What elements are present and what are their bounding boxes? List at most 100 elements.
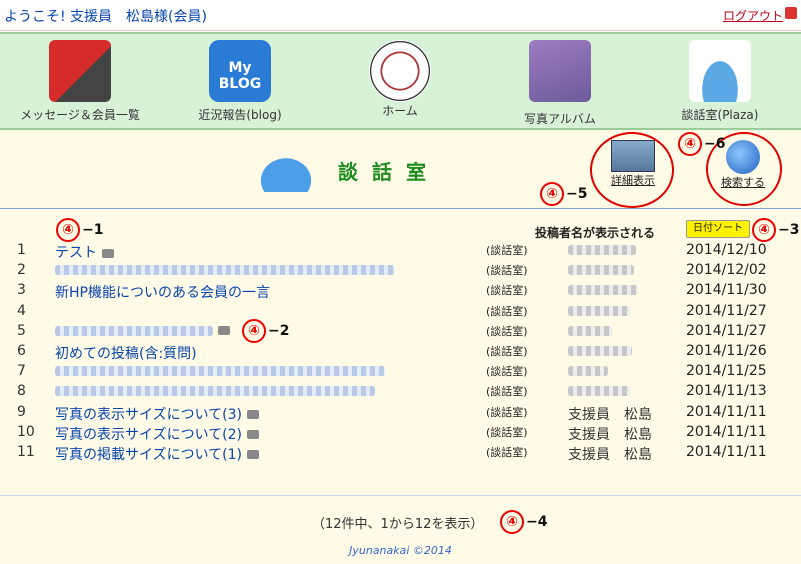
row-number: 3 xyxy=(17,282,26,299)
row-number: 2 xyxy=(17,262,26,279)
row-date: 2014/12/02 xyxy=(686,262,767,279)
nav-label: 近況報告(blog) xyxy=(198,108,282,122)
camera-icon xyxy=(218,326,230,336)
post-title-link[interactable]: 写真の表示サイズについて(2) xyxy=(55,424,259,444)
row-date: 2014/11/26 xyxy=(686,342,767,359)
row-date: 2014/11/13 xyxy=(686,383,767,400)
annotation-3: ④ −3 xyxy=(752,218,799,242)
row-author: 支援員 松島 xyxy=(568,426,652,443)
row-category: (談話室) xyxy=(486,304,528,318)
camera-icon xyxy=(247,410,259,419)
table-row: 4 (談話室) 2014/11/27 xyxy=(0,303,801,323)
row-author xyxy=(568,262,634,278)
post-title-link[interactable]: 写真の掲載サイズについて(1) xyxy=(55,444,259,464)
main-nav: メッセージ＆会員一覧 My BLOG 近況報告(blog) ホーム 写真アルバム… xyxy=(0,32,801,130)
row-author xyxy=(568,303,630,319)
logout-icon[interactable] xyxy=(785,7,797,19)
camera-icon xyxy=(102,248,114,258)
row-date: 2014/11/11 xyxy=(686,443,767,460)
plaza-people-icon xyxy=(247,146,325,192)
row-date: 2014/12/10 xyxy=(686,242,767,258)
annotation-4: ④ −4 xyxy=(500,510,547,534)
post-title-link[interactable]: 初めての投稿(含:質問) xyxy=(55,343,197,363)
annotation-5: ④ −5 xyxy=(540,182,587,206)
post-title-link[interactable]: 新HP機能についのある会員の一言 xyxy=(55,282,270,302)
row-number: 8 xyxy=(17,383,26,400)
annotation-1: ④ −1 xyxy=(56,218,103,242)
nav-label: ホーム xyxy=(382,104,418,118)
post-title-link[interactable]: 写真の表示サイズについて(3) xyxy=(55,404,259,424)
photo-album-icon xyxy=(529,40,591,102)
row-number: 9 xyxy=(17,403,26,420)
table-row: 5 (談話室) 2014/11/27 xyxy=(0,323,801,343)
post-title-link[interactable] xyxy=(55,323,230,339)
nav-item-blog[interactable]: My BLOG 近況報告(blog) xyxy=(160,36,320,124)
copyright: Jyunanakai ©2014 xyxy=(349,544,452,557)
table-row: 6 初めての投稿(含:質問) (談話室) 2014/11/26 xyxy=(0,343,801,363)
table-row: 9 写真の表示サイズについて(3) (談話室) 支援員 松島 2014/11/1… xyxy=(0,404,801,424)
annotation-6: ④ −6 xyxy=(678,132,725,156)
footer-divider xyxy=(0,495,801,496)
nav-item-album[interactable]: 写真アルバム xyxy=(480,36,640,126)
row-number: 4 xyxy=(17,302,26,319)
row-author xyxy=(568,323,612,339)
row-date: 2014/11/27 xyxy=(686,322,767,339)
table-row: 1 テスト (談話室) 2014/12/10 xyxy=(0,242,801,262)
row-author xyxy=(568,343,632,359)
post-list: 1 テスト (談話室) 2014/12/10 2 (談話室) 2014/12/0… xyxy=(0,242,801,464)
table-row: 7 (談話室) 2014/11/25 xyxy=(0,363,801,383)
table-row: 2 (談話室) 2014/12/02 xyxy=(0,262,801,282)
welcome-text: ようこそ! 支援員 松島様(会員) xyxy=(4,9,207,25)
row-date: 2014/11/11 xyxy=(686,423,767,440)
result-summary: （12件中、1から12を表示） xyxy=(312,517,484,532)
author-column-header: 投稿者名が表示される xyxy=(535,226,656,240)
nav-label: 談話室(Plaza) xyxy=(681,108,759,122)
annotation-ring xyxy=(590,132,674,208)
compass-home-icon xyxy=(369,40,431,102)
post-title-link[interactable]: テスト xyxy=(55,242,114,262)
nav-item-plaza[interactable]: 談話室(Plaza) xyxy=(640,36,800,124)
row-category: (談話室) xyxy=(486,445,528,459)
blog-icon: My BLOG xyxy=(209,40,271,102)
row-number: 6 xyxy=(17,342,26,359)
row-date: 2014/11/27 xyxy=(686,302,767,319)
nav-label: 写真アルバム xyxy=(524,112,596,126)
date-sort-button[interactable]: 日付ソート xyxy=(686,220,750,238)
row-author xyxy=(568,383,630,399)
top-bar: ようこそ! 支援員 松島様(会員) ログアウト xyxy=(0,0,801,31)
annotation-2: ④ −2 xyxy=(242,319,289,343)
page-title: 談話室 xyxy=(338,160,440,184)
row-number: 7 xyxy=(17,363,26,380)
post-title-link[interactable] xyxy=(55,363,385,379)
row-number: 5 xyxy=(17,322,26,339)
row-category: (談話室) xyxy=(486,344,528,358)
row-category: (談話室) xyxy=(486,405,528,419)
post-title-link[interactable] xyxy=(55,262,395,278)
section-header: 談話室 詳細表示 検索する ④ −6 ④ −5 xyxy=(0,130,801,209)
row-category: (談話室) xyxy=(486,385,528,399)
nav-label: メッセージ＆会員一覧 xyxy=(20,108,140,122)
table-row: 8 (談話室) 2014/11/13 xyxy=(0,383,801,403)
row-author xyxy=(568,282,638,298)
row-author xyxy=(568,363,608,379)
nav-item-messages[interactable]: メッセージ＆会員一覧 xyxy=(0,36,160,124)
table-row: 10 写真の表示サイズについて(2) (談話室) 支援員 松島 2014/11/… xyxy=(0,424,801,444)
row-category: (談話室) xyxy=(486,324,528,338)
row-category: (談話室) xyxy=(486,425,528,439)
camera-icon xyxy=(247,450,259,460)
row-category: (談話室) xyxy=(486,284,528,298)
row-number: 11 xyxy=(17,443,35,460)
row-date: 2014/11/30 xyxy=(686,282,767,299)
row-author: 支援員 松島 xyxy=(568,446,652,463)
row-date: 2014/11/25 xyxy=(686,363,767,380)
row-category: (談話室) xyxy=(486,365,528,379)
row-category: (談話室) xyxy=(486,264,528,278)
logout-link[interactable]: ログアウト xyxy=(723,7,783,24)
plaza-icon xyxy=(689,40,751,102)
nav-item-home[interactable]: ホーム xyxy=(320,36,480,124)
row-author: 支援員 松島 xyxy=(568,406,652,423)
row-category: (談話室) xyxy=(486,244,528,257)
post-title-link[interactable] xyxy=(55,383,375,399)
row-date: 2014/11/11 xyxy=(686,403,767,420)
row-number: 1 xyxy=(17,242,26,258)
